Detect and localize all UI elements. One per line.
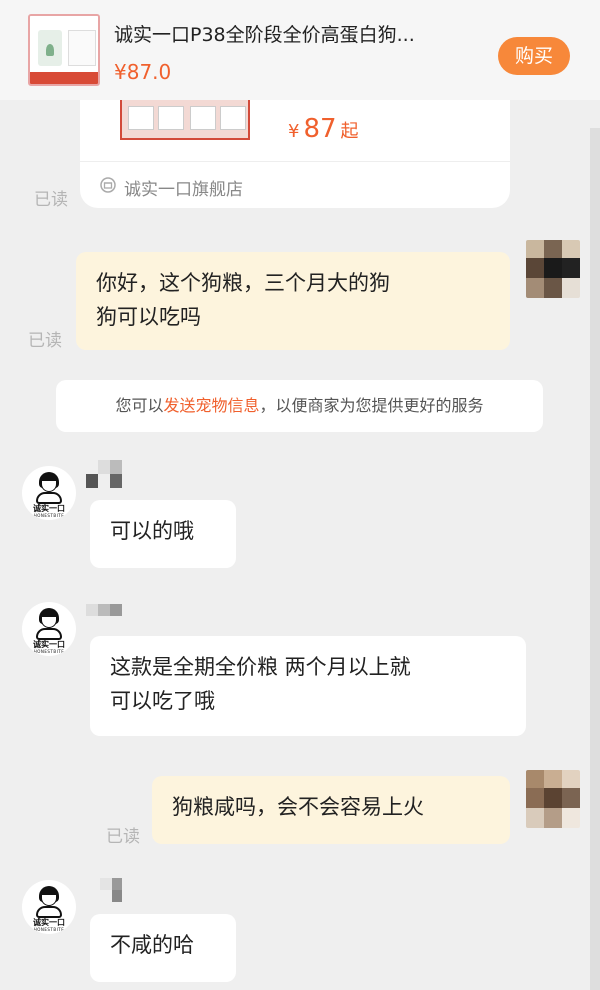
product-card[interactable]: ¥87 起 诚实一口旗舰店 (80, 100, 510, 208)
avatar-face (41, 480, 57, 492)
product-thumbnail[interactable] (28, 14, 100, 86)
thumbnail-banner (30, 16, 98, 26)
store-name[interactable]: 诚实一口旗舰店 (124, 175, 243, 200)
my-avatar[interactable] (526, 770, 580, 828)
shop-name-mosaic (86, 600, 126, 620)
tip-suffix: ，以便商家为您提供更好的服务 (259, 396, 484, 415)
product-title[interactable]: 诚实一口P38全阶段全价高蛋白狗... (114, 20, 474, 47)
price-value: 87 (303, 114, 337, 144)
shop-avatar[interactable]: 诚实一口 HONESTBITE (22, 602, 76, 656)
food-bag-image (38, 30, 62, 66)
avatar-face (41, 616, 57, 628)
read-receipt: 已读 (34, 190, 68, 210)
message-bubble-incoming[interactable]: 这款是全期全价粮 两个月以上就 可以吃了哦 (90, 636, 526, 736)
thumbnail-promo-strip (30, 72, 98, 84)
avatar-brand-text: 诚实一口 (33, 504, 65, 513)
message-bubble-incoming[interactable]: 不咸的哈 (90, 914, 236, 982)
shop-name-mosaic (86, 460, 126, 488)
avatar-brand-text: 诚实一口 (33, 918, 65, 927)
message-bubble-outgoing[interactable]: 你好，这个狗粮，三个月大的狗 狗可以吃吗 (76, 252, 510, 350)
avatar-body (36, 628, 62, 640)
shop-name-mosaic (96, 874, 126, 904)
product-card-image (120, 100, 250, 140)
buy-button[interactable]: 购买 (498, 37, 570, 75)
shop-avatar[interactable]: 诚实一口 HONESTBITE (22, 880, 76, 934)
thumbnail-card (68, 30, 96, 66)
tip-prefix: 您可以 (115, 396, 164, 415)
message-bubble-incoming[interactable]: 可以的哦 (90, 500, 236, 568)
avatar-body (36, 906, 62, 918)
divider (80, 161, 510, 162)
product-header[interactable]: 诚实一口P38全阶段全价高蛋白狗... ¥87.0 购买 (0, 0, 600, 100)
product-price: ¥87.0 (114, 60, 172, 84)
avatar-body (36, 492, 62, 504)
read-receipt: 已读 (106, 827, 140, 847)
price-suffix: 起 (340, 121, 359, 142)
avatar-face (41, 894, 57, 906)
my-avatar[interactable] (526, 240, 580, 298)
message-bubble-outgoing[interactable]: 狗粮咸吗，会不会容易上火 (152, 776, 510, 844)
read-receipt: 已读 (28, 331, 62, 351)
avatar-brand-text: 诚实一口 (33, 640, 65, 649)
system-tip: 您可以发送宠物信息，以便商家为您提供更好的服务 (56, 380, 543, 432)
currency-symbol: ¥ (288, 121, 300, 142)
shop-avatar[interactable]: 诚实一口 HONESTBITE (22, 466, 76, 520)
send-pet-info-link[interactable]: 发送宠物信息 (163, 396, 259, 415)
product-card-price: ¥87 起 (288, 114, 359, 144)
avatar-brand-sub: HONESTBITE (33, 513, 65, 518)
store-icon (100, 177, 116, 193)
avatar-brand-sub: HONESTBITE (33, 649, 65, 654)
scrollbar-track[interactable] (590, 128, 600, 990)
avatar-brand-sub: HONESTBITE (33, 927, 65, 932)
